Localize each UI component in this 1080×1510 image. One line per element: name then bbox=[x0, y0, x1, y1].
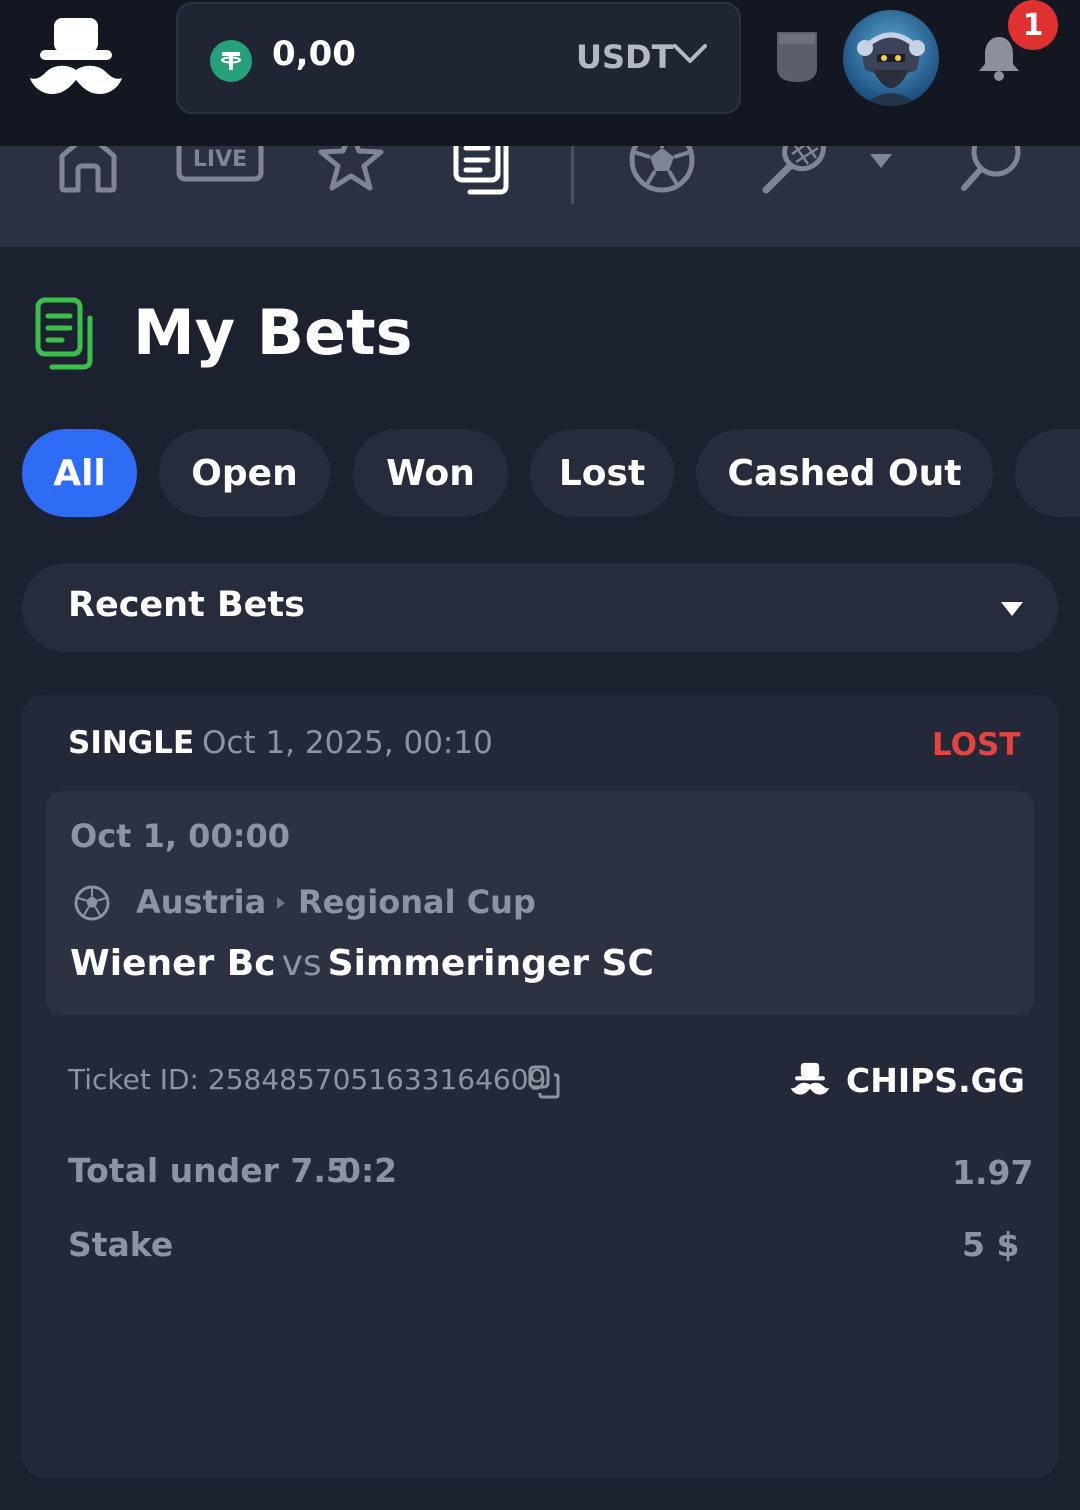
vs-label: vs bbox=[281, 943, 322, 984]
filter-tabs: All Open Won Lost Cashed Out bbox=[22, 429, 1080, 517]
bet-card[interactable]: SINGLE Oct 1, 2025, 00:10 LOST Oct 1, 00… bbox=[22, 695, 1058, 1478]
tab-all[interactable]: All bbox=[22, 429, 137, 517]
event-league: Regional Cup bbox=[298, 883, 536, 921]
event-panel[interactable]: Oct 1, 00:00 Austria Regional Cup Wiener… bbox=[46, 791, 1034, 1015]
caret-down-icon[interactable] bbox=[868, 152, 894, 174]
copy-icon[interactable] bbox=[528, 1065, 560, 1103]
tab-open[interactable]: Open bbox=[159, 429, 330, 517]
stake-value: 5 $ bbox=[962, 1225, 1020, 1264]
caret-right-icon bbox=[276, 895, 286, 914]
page-title: My Bets bbox=[133, 296, 413, 369]
wallet-balance: 0,00 bbox=[272, 34, 356, 74]
tab-cashed-out[interactable]: Cashed Out bbox=[696, 429, 993, 517]
tab-won[interactable]: Won bbox=[353, 429, 508, 517]
bet-odds: 1.97 bbox=[952, 1153, 1034, 1192]
wallet-selector[interactable]: 0,00 USDT bbox=[176, 2, 741, 114]
brand-name: CHIPS.GG bbox=[846, 1061, 1025, 1100]
stake-label: Stake bbox=[68, 1225, 174, 1264]
ticket-id: Ticket ID: 2584857051633164609 bbox=[68, 1063, 547, 1096]
nav-divider bbox=[571, 146, 574, 204]
event-country: Austria bbox=[136, 883, 267, 921]
bet-status: LOST bbox=[932, 727, 1021, 763]
mustache-logo-icon[interactable] bbox=[28, 14, 124, 104]
search-icon[interactable] bbox=[958, 146, 1024, 198]
notification-badge: 1 bbox=[1008, 0, 1058, 50]
currency-label: USDT bbox=[576, 38, 674, 76]
away-team: Simmeringer SC bbox=[327, 943, 654, 984]
avatar[interactable] bbox=[843, 10, 939, 106]
tab-lost[interactable]: Lost bbox=[530, 429, 674, 517]
home-icon[interactable] bbox=[56, 146, 120, 198]
event-score: 0:2 bbox=[338, 1151, 398, 1190]
chevron-down-icon[interactable] bbox=[672, 42, 708, 70]
event-teams: Wiener Bc vs Simmeringer SC bbox=[70, 943, 654, 984]
sports-nav: LIVE bbox=[0, 146, 1080, 247]
my-bets-title-icon bbox=[34, 296, 100, 376]
tab-overflow[interactable] bbox=[1015, 429, 1080, 517]
live-icon-label: LIVE bbox=[193, 147, 247, 172]
recent-bets-label: Recent Bets bbox=[68, 585, 305, 625]
bet-selection: Total under 7.5 bbox=[68, 1151, 349, 1190]
bet-placed-date: Oct 1, 2025, 00:10 bbox=[202, 725, 493, 761]
home-team: Wiener Bc bbox=[70, 943, 276, 984]
star-icon[interactable] bbox=[316, 146, 386, 198]
soccer-ball-icon bbox=[74, 885, 110, 925]
soccer-ball-icon[interactable] bbox=[628, 146, 696, 198]
event-time: Oct 1, 00:00 bbox=[70, 817, 291, 855]
live-icon[interactable]: LIVE bbox=[176, 146, 264, 188]
shield-icon[interactable] bbox=[776, 30, 818, 88]
top-header: 0,00 USDT 1 bbox=[0, 0, 1080, 146]
bet-type: SINGLE bbox=[68, 725, 195, 761]
caret-down-icon bbox=[1000, 601, 1024, 621]
recent-bets-dropdown[interactable]: Recent Bets bbox=[22, 563, 1058, 652]
tennis-racket-icon[interactable] bbox=[760, 146, 830, 200]
my-bets-icon[interactable] bbox=[452, 146, 518, 202]
tether-icon bbox=[210, 40, 252, 82]
chips-logo-icon bbox=[790, 1061, 830, 1103]
